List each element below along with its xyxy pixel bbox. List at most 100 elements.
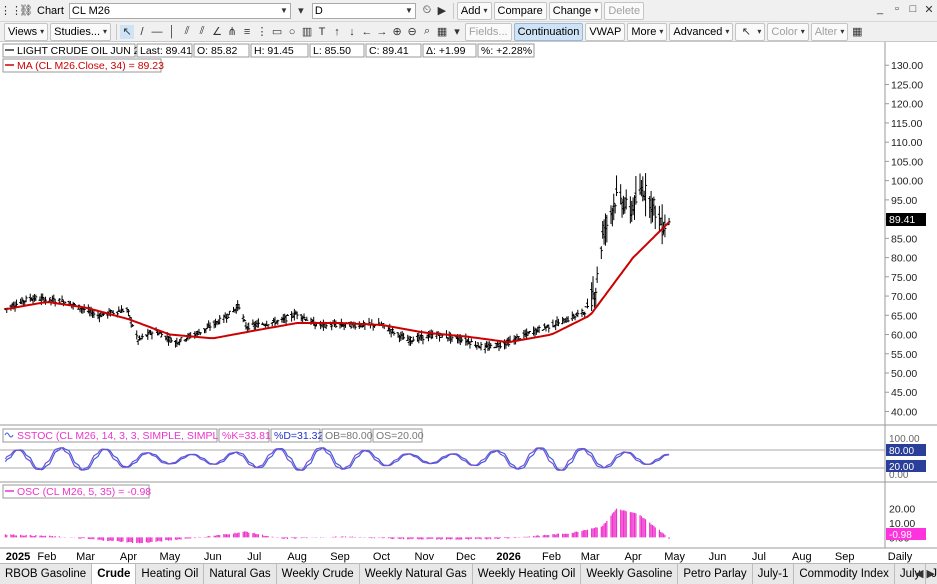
continuation-button[interactable]: Continuation [513,22,584,41]
views-button[interactable]: Views ▾ [4,22,49,41]
retracement-icon[interactable]: ⋮ [255,25,269,39]
price-tick-label: 100.00 [891,176,923,188]
time-tick-label: Jul [752,551,766,563]
price-tick-label: 80.00 [891,253,917,265]
stoch-header: SSTOC (CL M26, 14, 3, 3, SIMPLE, SIMPLE)… [2,428,424,443]
chevron-down-icon: ▾ [757,27,762,36]
studies-button[interactable]: Studies... ▾ [50,22,112,41]
zoom-out-icon[interactable]: ⊖ [405,25,419,39]
chevron-down-icon: ▾ [594,6,599,15]
time-tick-label: 2025 [6,551,30,563]
tab-weekly-natural-gas[interactable]: Weekly Natural Gas [360,564,473,584]
restore-icon[interactable]: ▫ [890,3,904,15]
cursor-mode-button[interactable]: ↖ ▾ [735,22,766,41]
more-label: More [631,25,657,38]
fan-icon[interactable]: ∠ [210,25,224,39]
channel-icon[interactable]: ⫽ [180,25,194,39]
symbol-combo[interactable]: CL M26 ▼ [68,2,291,19]
layout-icon[interactable]: ▦ [850,25,864,39]
grid-icon[interactable]: ▦ [435,25,449,39]
compare-button[interactable]: Compare [493,1,547,20]
stoch-tag-80-text: 80.00 [889,446,914,457]
period-input[interactable]: D [315,5,402,17]
tab-natural-gas[interactable]: Natural Gas [204,564,277,584]
chevron-down-icon[interactable]: ▾ [294,4,308,18]
grip-icon[interactable]: ⋮⋮ [0,4,22,18]
sheet-tabs: RBOB Gasoline Crude Heating Oil Natural Gas… [0,563,937,584]
price-tick-label: 110.00 [891,137,922,149]
dropdown-icon[interactable]: ▾ [450,25,464,39]
delete-button[interactable]: Delete [604,1,645,20]
pitchfork-icon[interactable]: ⋔ [225,25,239,39]
tab-heating-oil[interactable]: Heating Oil [136,564,205,584]
color-button[interactable]: Color ▾ [767,22,809,41]
more-button[interactable]: More ▾ [627,22,668,41]
cursor-icon[interactable]: ↖ [120,24,135,39]
price-tick-label: 125.00 [891,79,923,91]
symbol-input[interactable]: CL M26 [72,5,277,17]
vwap-button[interactable]: VWAP [585,22,626,41]
tab-weekly-gasoline[interactable]: Weekly Gasoline [581,564,679,584]
add-button[interactable]: Add ▾ [456,1,492,20]
stoch-tick-100: 100.00 [889,434,920,445]
quote-change: Δ: +1.99 [426,45,466,57]
play-icon[interactable]: ▶ [435,4,449,18]
arrow-left-icon[interactable]: ← [360,25,374,39]
chevron-down-icon: ▾ [659,27,664,36]
vertical-line-icon[interactable]: │ [165,25,179,39]
time-tick-label: May [160,551,181,563]
tab-crude[interactable]: Crude [92,564,137,584]
tab-july-1[interactable]: July-1 [753,564,795,584]
arrow-right-icon[interactable]: → [375,25,389,39]
link-icon[interactable]: ⛓ [19,4,33,18]
fields-button[interactable]: Fields... [465,22,512,41]
advanced-button[interactable]: Advanced ▾ [669,22,734,41]
chevron-down-icon[interactable]: ▼ [280,6,288,15]
tab-weekly-crude[interactable]: Weekly Crude [277,564,360,584]
zoom-icon[interactable]: ⌕ [420,25,434,39]
time-tick-label: Oct [373,551,390,563]
maximize-icon[interactable]: □ [906,3,920,15]
parallel-icon[interactable]: ⫽ [195,25,209,39]
separator [452,2,454,19]
tab-rbob-gasoline[interactable]: RBOB Gasoline [0,564,93,584]
quote-open: O: 85.82 [197,45,237,57]
time-tick-label: Dec [456,551,476,563]
clock-icon[interactable]: ⏲ [420,4,434,18]
change-label: Change [552,4,592,17]
tab-petro-parlay[interactable]: Petro Parlay [678,564,753,584]
bars-icon[interactable]: ▥ [300,25,314,39]
osc-label: OSC (CL M26, 5, 35) = -0.98 [17,486,151,498]
chart-area[interactable]: 40.00 45.00 50.00 55.00 60.00 65.00 70.00 75.00… [0,42,937,564]
studies-label: Studies... [54,25,101,38]
close-icon[interactable]: ✕ [922,3,936,16]
rectangle-icon[interactable]: ▭ [270,25,284,39]
price-tick-label: 50.00 [891,368,917,380]
price-tick-label: 130.00 [891,60,923,72]
time-tick-label: Aug [287,551,307,563]
tab-commodity-index[interactable]: Commodity Index [794,564,895,584]
chart-canvas[interactable]: 40.00 45.00 50.00 55.00 60.00 65.00 70.00 75.00… [0,42,937,564]
tab-weekly-heating-oil[interactable]: Weekly Heating Oil [473,564,582,584]
arrow-down-icon[interactable]: ↓ [345,25,359,39]
price-tick-label: 65.00 [891,310,917,322]
ellipse-icon[interactable]: ○ [285,25,299,39]
minimize-icon[interactable]: _ [873,3,887,15]
arrow-up-icon[interactable]: ↑ [330,25,344,39]
alter-button[interactable]: Alter ▾ [810,22,849,41]
quote-close: C: 89.41 [369,45,409,57]
zoom-in-icon[interactable]: ⊕ [390,25,404,39]
text-tool-icon[interactable]: T [315,25,329,39]
time-tick-label: Apr [120,551,137,563]
time-tick-label: Mar [76,551,95,563]
window-title: Chart [37,4,64,17]
period-combo[interactable]: D ▼ [311,2,416,19]
quote-name: LIGHT CRUDE OIL JUN 26 [17,45,146,57]
fibonacci-icon[interactable]: ≡ [240,25,254,39]
horizontal-line-icon[interactable]: — [150,25,164,39]
tab-scroll-icon[interactable]: ◀ ▶ [915,567,935,580]
line-tool-icon[interactable]: / [135,25,149,39]
chevron-down-icon[interactable]: ▼ [405,6,413,15]
change-button[interactable]: Change ▾ [548,1,603,20]
chevron-down-icon: ▾ [840,27,845,36]
